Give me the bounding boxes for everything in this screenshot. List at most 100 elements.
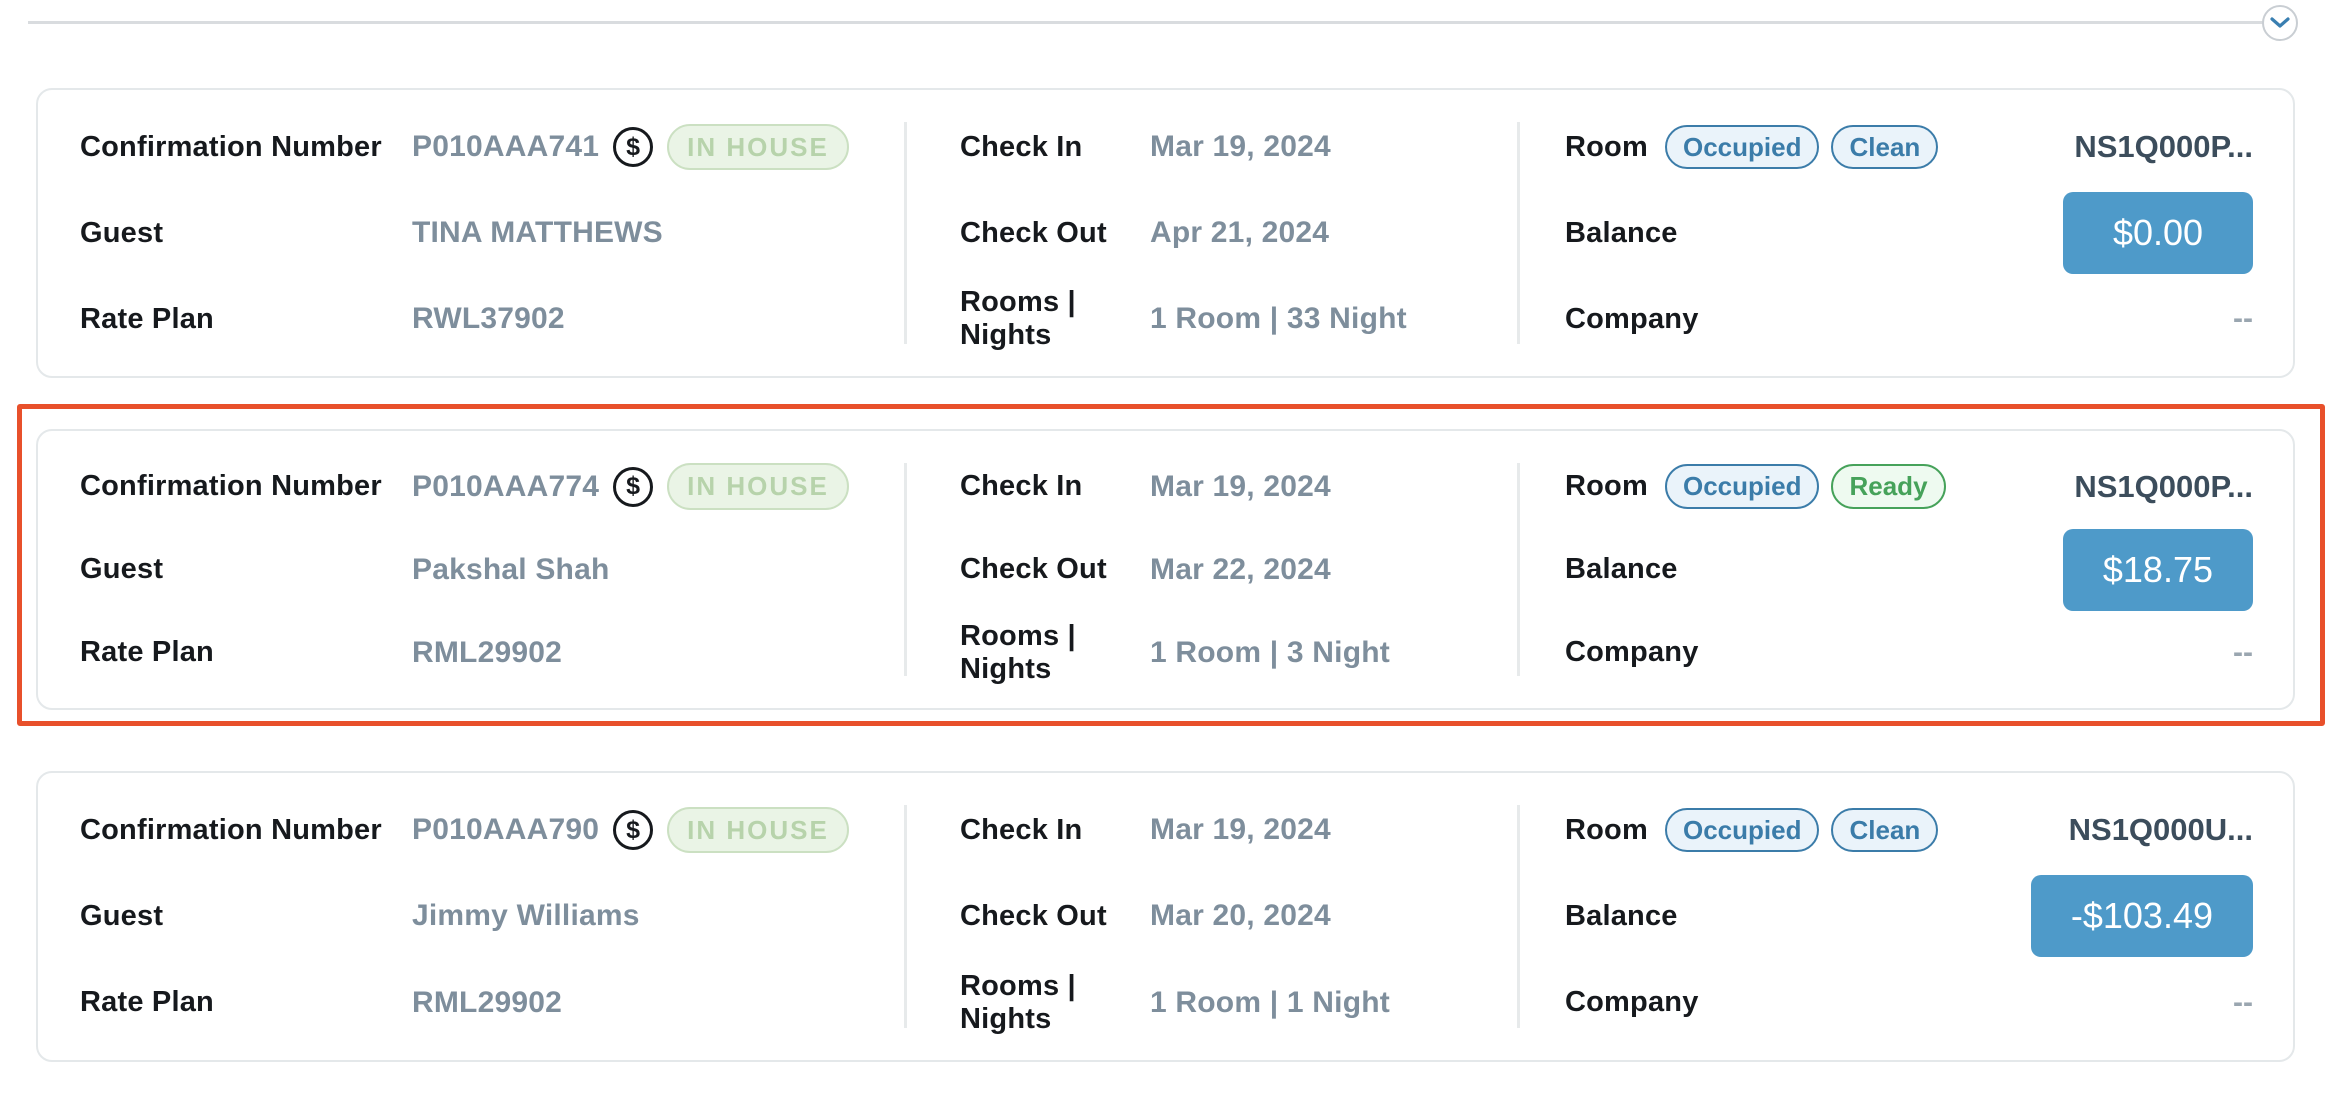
check-out-date: Mar 20, 2024 [1150,899,1331,933]
check-out-date: Apr 21, 2024 [1150,216,1329,250]
room-number: NS1Q000P... [2074,469,2253,505]
card-divider [1517,122,1520,344]
housekeeping-badge: Clean [1831,125,1938,170]
collapse-button[interactable] [2262,5,2298,41]
guest-name: TINA MATTHEWS [412,216,663,250]
occupancy-badge: Occupied [1665,808,1819,853]
room-number: NS1Q000U... [2069,812,2253,848]
card-divider [904,122,907,344]
confirmation-row: Confirmation Number P010AAA790 $ IN HOUS… [38,787,904,873]
occupancy-badge: Occupied [1665,464,1819,509]
check-in-row: Check In Mar 19, 2024 [904,787,1517,873]
company-value: -- [2233,636,2253,670]
confirmation-number-value: P010AAA790 [412,813,599,847]
company-label: Company [1565,303,1663,336]
rate-plan-label: Rate Plan [80,303,412,336]
balance-button[interactable]: $0.00 [2063,192,2253,274]
room-row: Room Occupied Ready NS1Q000P... [1517,445,2293,528]
top-divider [28,21,2268,24]
guest-name: Pakshal Shah [412,553,610,587]
room-label: Room [1565,131,1663,164]
check-out-label: Check Out [960,553,1150,586]
guest-row: Guest Pakshal Shah [38,528,904,611]
reservation-card[interactable]: Confirmation Number P010AAA741 $ IN HOUS… [36,88,2295,378]
confirmation-number-label: Confirmation Number [80,470,412,503]
company-label: Company [1565,636,1663,669]
rooms-nights-row: Rooms | Nights 1 Room | 1 Night [904,960,1517,1046]
check-out-row: Check Out Apr 21, 2024 [904,190,1517,276]
room-label: Room [1565,814,1663,847]
chevron-down-icon [2270,17,2290,30]
company-value: -- [2233,986,2253,1020]
rooms-nights-label: Rooms | Nights [960,286,1150,352]
occupancy-badge: Occupied [1665,125,1819,170]
rate-plan-value: RML29902 [412,986,562,1020]
confirmation-number-label: Confirmation Number [80,814,412,847]
reservation-list-page: Confirmation Number P010AAA741 $ IN HOUS… [0,0,2340,1118]
confirmation-number-value: P010AAA741 [412,130,599,164]
check-in-row: Check In Mar 19, 2024 [904,104,1517,190]
rate-plan-label: Rate Plan [80,636,412,669]
rate-plan-row: Rate Plan RML29902 [38,611,904,694]
guest-row: Guest TINA MATTHEWS [38,190,904,276]
guest-row: Guest Jimmy Williams [38,873,904,959]
guest-label: Guest [80,900,412,933]
rate-plan-value: RWL37902 [412,302,565,336]
card-divider [1517,463,1520,676]
dollar-circle-icon[interactable]: $ [613,467,653,507]
rate-plan-label: Rate Plan [80,986,412,1019]
rate-plan-value: RML29902 [412,636,562,670]
balance-label: Balance [1565,217,1663,250]
balance-button[interactable]: -$103.49 [2031,875,2253,957]
reservation-card[interactable]: Confirmation Number P010AAA774 $ IN HOUS… [36,429,2295,710]
company-row: Company -- [1517,276,2293,362]
confirmation-number-label: Confirmation Number [80,131,412,164]
balance-row: Balance $18.75 [1517,528,2293,611]
company-label: Company [1565,986,1663,1019]
check-in-label: Check In [960,814,1150,847]
check-out-label: Check Out [960,217,1150,250]
dollar-circle-icon[interactable]: $ [613,810,653,850]
balance-button[interactable]: $18.75 [2063,529,2253,611]
confirmation-row: Confirmation Number P010AAA774 $ IN HOUS… [38,445,904,528]
room-number: NS1Q000P... [2074,129,2253,165]
check-out-label: Check Out [960,900,1150,933]
card-divider [1517,805,1520,1028]
rooms-nights-value: 1 Room | 33 Night [1150,302,1407,336]
balance-label: Balance [1565,553,1663,586]
status-badge: IN HOUSE [667,807,849,854]
company-row: Company -- [1517,960,2293,1046]
status-badge: IN HOUSE [667,124,849,171]
guest-label: Guest [80,553,412,586]
room-row: Room Occupied Clean NS1Q000U... [1517,787,2293,873]
check-in-date: Mar 19, 2024 [1150,470,1331,504]
check-out-row: Check Out Mar 22, 2024 [904,528,1517,611]
rooms-nights-value: 1 Room | 1 Night [1150,986,1390,1020]
check-in-row: Check In Mar 19, 2024 [904,445,1517,528]
rooms-nights-label: Rooms | Nights [960,970,1150,1036]
rooms-nights-row: Rooms | Nights 1 Room | 3 Night [904,611,1517,694]
rooms-nights-row: Rooms | Nights 1 Room | 33 Night [904,276,1517,362]
reservation-card[interactable]: Confirmation Number P010AAA790 $ IN HOUS… [36,771,2295,1062]
check-in-date: Mar 19, 2024 [1150,130,1331,164]
balance-row: Balance $0.00 [1517,190,2293,276]
housekeeping-badge: Clean [1831,808,1938,853]
room-label: Room [1565,470,1663,503]
housekeeping-badge: Ready [1831,464,1945,509]
room-row: Room Occupied Clean NS1Q000P... [1517,104,2293,190]
company-row: Company -- [1517,611,2293,694]
rate-plan-row: Rate Plan RML29902 [38,960,904,1046]
rate-plan-row: Rate Plan RWL37902 [38,276,904,362]
card-divider [904,805,907,1028]
check-in-date: Mar 19, 2024 [1150,813,1331,847]
check-in-label: Check In [960,131,1150,164]
dollar-circle-icon[interactable]: $ [613,127,653,167]
check-in-label: Check In [960,470,1150,503]
check-out-row: Check Out Mar 20, 2024 [904,873,1517,959]
balance-row: Balance -$103.49 [1517,873,2293,959]
guest-name: Jimmy Williams [412,899,640,933]
status-badge: IN HOUSE [667,463,849,510]
card-divider [904,463,907,676]
check-out-date: Mar 22, 2024 [1150,553,1331,587]
balance-label: Balance [1565,900,1663,933]
